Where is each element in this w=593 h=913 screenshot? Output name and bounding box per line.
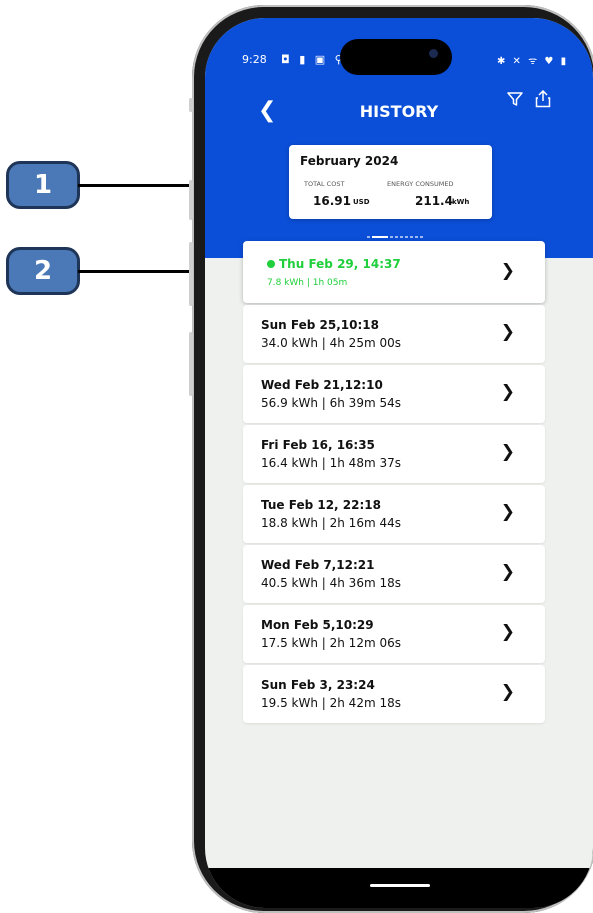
session-row[interactable]: Sun Feb 3, 23:24 19.5 kWh | 2h 42m 18s ❯ [243, 665, 545, 723]
chevron-right-icon: ❯ [500, 382, 515, 402]
session-date: Fri Feb 16, 16:35 [261, 438, 375, 452]
status-notification-icons: ◘ ▮ ▣ ⚲ [281, 53, 346, 66]
total-cost-value: 16.91 [313, 194, 351, 208]
camera-icon [429, 49, 438, 58]
session-list: Thu Feb 29, 14:37 7.8 kWh | 1h 05m ❯ Sun… [243, 241, 545, 725]
session-date: Wed Feb 7,12:21 [261, 558, 375, 572]
total-cost-label: TOTAL COST [304, 180, 345, 188]
side-button-power [189, 332, 193, 396]
session-date: Tue Feb 12, 22:18 [261, 498, 381, 512]
session-detail: 7.8 kWh | 1h 05m [267, 278, 348, 288]
callout-1: 1 [6, 161, 80, 209]
home-indicator-area [205, 868, 593, 908]
chevron-right-icon: ❯ [500, 322, 515, 342]
chevron-right-icon: ❯ [500, 682, 515, 702]
energy-consumed-label: ENERGY CONSUMED [387, 180, 454, 188]
session-row[interactable]: Mon Feb 5,10:29 17.5 kWh | 2h 12m 06s ❯ [243, 605, 545, 663]
session-detail: 18.8 kWh | 2h 16m 44s [261, 516, 401, 530]
session-date: Sun Feb 3, 23:24 [261, 678, 375, 692]
chevron-right-icon: ❯ [500, 622, 515, 642]
monthly-summary-card[interactable]: February 2024 TOTAL COST 16.91 USD ENERG… [289, 145, 492, 219]
callout-2: 2 [6, 247, 80, 295]
status-system-icons: ✱ ✕ ᯤ ♥ ▮ [497, 56, 569, 67]
total-cost-unit: USD [353, 198, 370, 206]
session-detail: 56.9 kWh | 6h 39m 54s [261, 396, 401, 410]
session-row[interactable]: Fri Feb 16, 16:35 16.4 kWh | 1h 48m 37s … [243, 425, 545, 483]
session-row[interactable]: Sun Feb 25,10:18 34.0 kWh | 4h 25m 00s ❯ [243, 305, 545, 363]
page-indicator [367, 226, 425, 238]
energy-consumed-unit: kWh [452, 198, 470, 206]
session-date: Sun Feb 25,10:18 [261, 318, 379, 332]
session-detail: 40.5 kWh | 4h 36m 18s [261, 576, 401, 590]
chevron-right-icon: ❯ [500, 442, 515, 462]
side-button-volume-up [189, 180, 193, 220]
side-button-volume-down [189, 242, 193, 306]
session-detail: 19.5 kWh | 2h 42m 18s [261, 696, 401, 710]
session-date: Mon Feb 5,10:29 [261, 618, 374, 632]
home-indicator[interactable] [370, 884, 430, 887]
session-row[interactable]: Tue Feb 12, 22:18 18.8 kWh | 2h 16m 44s … [243, 485, 545, 543]
header: 9:28 ◘ ▮ ▣ ⚲ ✱ ✕ ᯤ ♥ ▮ ❮ HISTORY Februar… [205, 18, 593, 258]
live-status-icon [267, 260, 275, 268]
session-date: Thu Feb 29, 14:37 [279, 257, 401, 271]
session-detail: 34.0 kWh | 4h 25m 00s [261, 336, 401, 350]
filter-icon[interactable] [507, 92, 523, 111]
app-screen: 9:28 ◘ ▮ ▣ ⚲ ✱ ✕ ᯤ ♥ ▮ ❮ HISTORY Februar… [205, 18, 593, 908]
chevron-right-icon: ❯ [500, 261, 515, 281]
side-button-action [189, 98, 193, 112]
share-icon[interactable] [535, 89, 551, 112]
summary-month: February 2024 [300, 154, 399, 168]
chevron-right-icon: ❯ [500, 502, 515, 522]
chevron-right-icon: ❯ [500, 562, 515, 582]
status-time: 9:28 [242, 53, 267, 66]
session-date: Wed Feb 21,12:10 [261, 378, 383, 392]
session-detail: 16.4 kWh | 1h 48m 37s [261, 456, 401, 470]
session-row-active[interactable]: Thu Feb 29, 14:37 7.8 kWh | 1h 05m ❯ [243, 241, 545, 303]
energy-consumed-value: 211.4 [415, 194, 453, 208]
session-row[interactable]: Wed Feb 7,12:21 40.5 kWh | 4h 36m 18s ❯ [243, 545, 545, 603]
session-row[interactable]: Wed Feb 21,12:10 56.9 kWh | 6h 39m 54s ❯ [243, 365, 545, 423]
session-detail: 17.5 kWh | 2h 12m 06s [261, 636, 401, 650]
